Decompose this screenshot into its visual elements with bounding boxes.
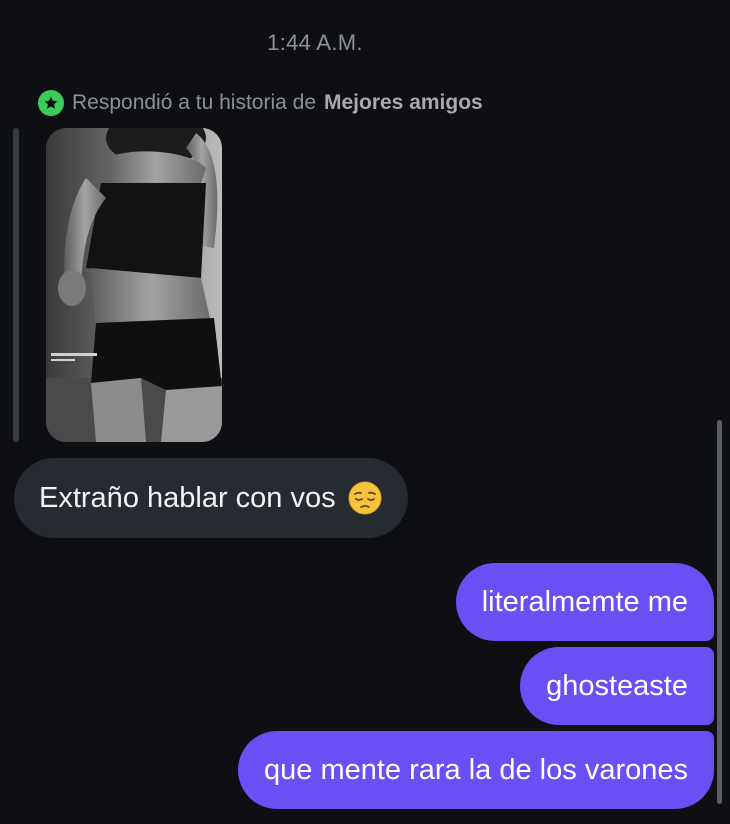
story-thumbnail[interactable] — [46, 128, 222, 442]
chat-screen: 1:44 A.M. Respondió a tu historia de Mej… — [0, 0, 730, 824]
reply-header-audience: Mejores amigos — [324, 91, 483, 114]
message-bubble-sent[interactable]: que mente rara la de los varones — [238, 731, 714, 809]
message-bubble-sent[interactable]: ghosteaste — [520, 647, 714, 725]
message-text: Extraño hablar con vos — [39, 481, 336, 514]
story-photo — [46, 128, 222, 442]
reply-indicator-bar — [13, 128, 19, 442]
message-text: literalmemte me — [481, 585, 688, 618]
story-reply-header: Respondió a tu historia de Mejores amigo… — [38, 90, 483, 116]
message-text: que mente rara la de los varones — [264, 753, 688, 786]
reply-header-prefix: Respondió a tu historia de — [72, 91, 316, 114]
message-text: ghosteaste — [546, 669, 688, 702]
message-timestamp: 1:44 A.M. — [267, 30, 363, 55]
message-bubble-sent[interactable]: literalmemte me — [455, 563, 714, 641]
pensive-face-icon — [348, 481, 382, 515]
scrollbar[interactable] — [717, 420, 722, 804]
message-bubble-received[interactable]: Extraño hablar con vos — [14, 458, 408, 538]
star-icon — [38, 90, 64, 116]
